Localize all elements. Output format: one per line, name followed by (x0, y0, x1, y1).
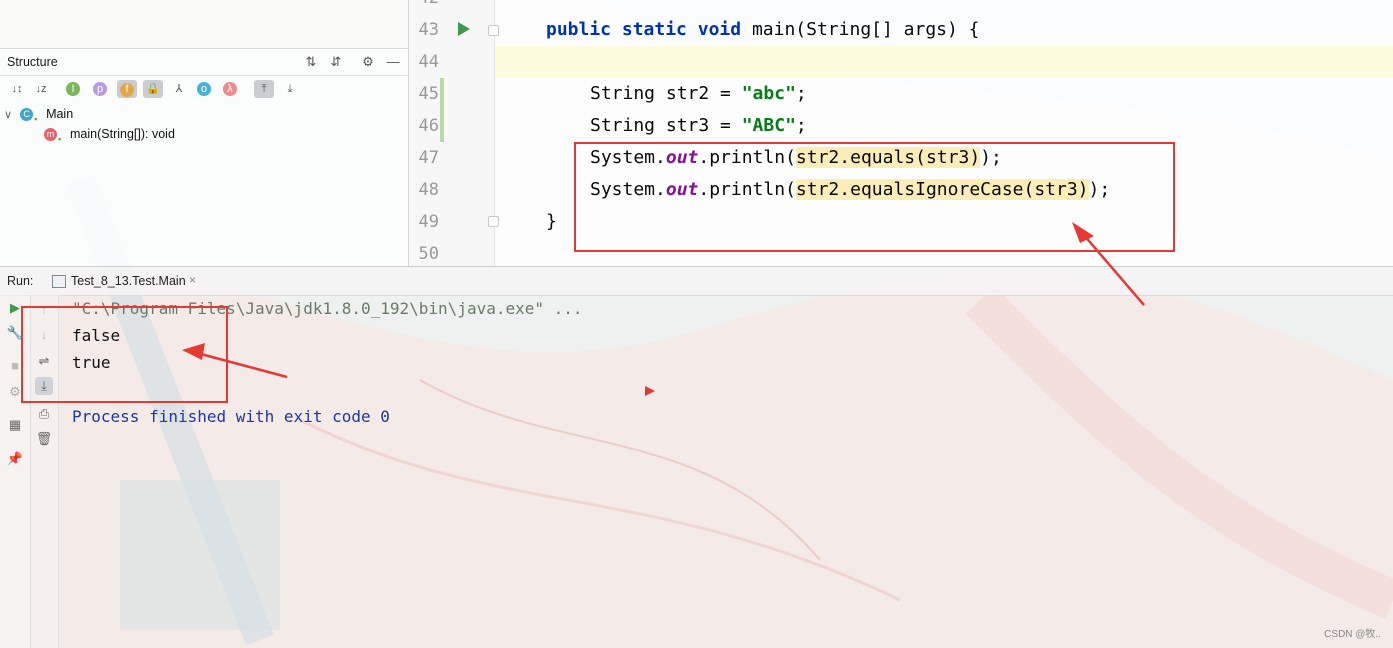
watermark: CSDN @牧.. (1324, 629, 1381, 640)
annotation-arrows (182, 222, 1145, 396)
